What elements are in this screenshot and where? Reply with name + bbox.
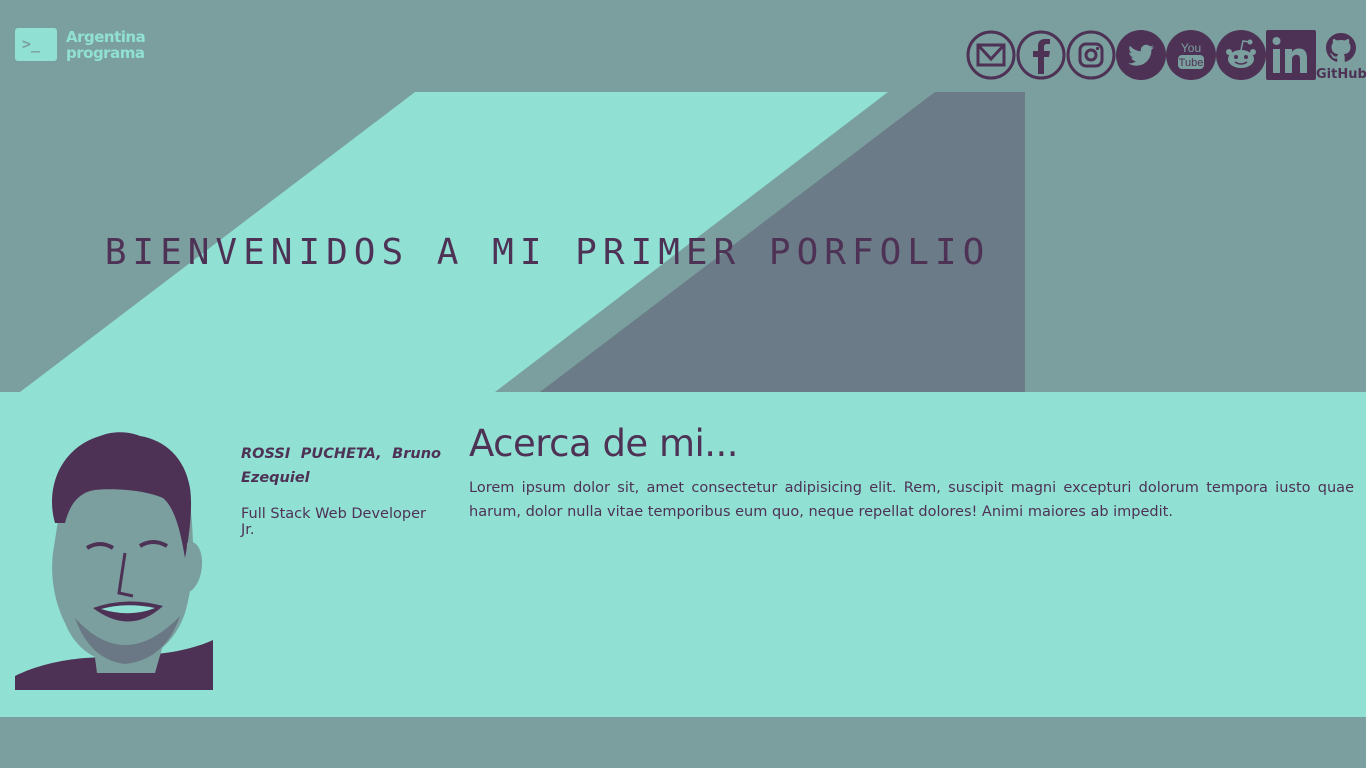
profile-photo xyxy=(15,428,213,690)
github-link[interactable]: GitHub xyxy=(1316,30,1366,80)
youtube-icon: You Tube xyxy=(1166,30,1216,80)
instagram-icon xyxy=(1066,30,1116,80)
argentina-programa-logo[interactable]: >_ Argentina programa xyxy=(15,27,146,62)
header: >_ Argentina programa You Tube GitHub xyxy=(0,0,1366,92)
about-title: Acerca de mi... xyxy=(469,422,739,465)
hero-title: BIENVENIDOS A MI PRIMER PORFOLIO xyxy=(104,232,991,273)
svg-text:Tube: Tube xyxy=(1179,57,1204,69)
linkedin-link[interactable] xyxy=(1266,30,1316,80)
profile-card: ROSSI PUCHETA, Bruno Ezequiel Full Stack… xyxy=(241,442,441,538)
profile-role: Full Stack Web Developer Jr. xyxy=(241,506,426,538)
facebook-link[interactable] xyxy=(1016,30,1066,80)
twitter-link[interactable] xyxy=(1116,30,1166,80)
social-links: You Tube GitHub xyxy=(966,30,1366,80)
svg-text:You: You xyxy=(1181,41,1201,55)
linkedin-icon xyxy=(1266,30,1316,80)
github-icon: GitHub xyxy=(1316,33,1366,80)
mail-link[interactable] xyxy=(966,30,1016,80)
hero-banner: BIENVENIDOS A MI PRIMER PORFOLIO xyxy=(15,92,1025,392)
twitter-icon xyxy=(1116,30,1166,80)
logo-text: Argentina programa xyxy=(66,27,146,62)
about-section: ROSSI PUCHETA, Bruno Ezequiel Full Stack… xyxy=(0,392,1366,717)
mail-icon xyxy=(966,30,1016,80)
reddit-icon xyxy=(1216,30,1266,80)
reddit-link[interactable] xyxy=(1216,30,1266,80)
youtube-link[interactable]: You Tube xyxy=(1166,30,1216,80)
instagram-link[interactable] xyxy=(1066,30,1116,80)
terminal-icon: >_ xyxy=(15,28,57,61)
facebook-icon xyxy=(1016,30,1066,80)
svg-text:GitHub: GitHub xyxy=(1316,67,1366,80)
about-text: Lorem ipsum dolor sit, amet consectetur … xyxy=(469,480,1354,520)
profile-name: ROSSI PUCHETA, Bruno Ezequiel xyxy=(241,446,441,486)
